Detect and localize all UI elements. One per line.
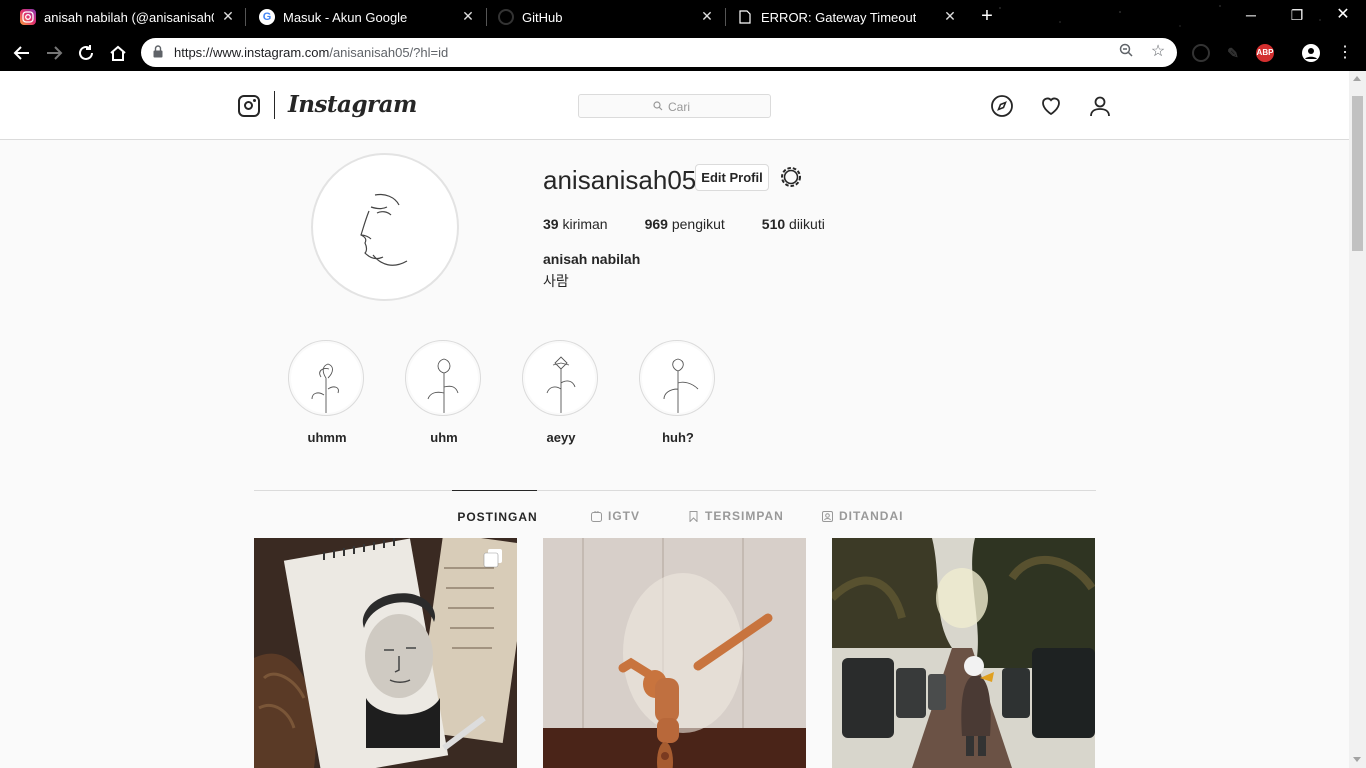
post-thumbnail[interactable]: [543, 538, 806, 768]
profile-username: anisanisah05: [543, 165, 697, 195]
bookmark-icon: [689, 510, 698, 522]
adblock-label: ABP: [1256, 44, 1274, 62]
flower-icon: [311, 363, 339, 413]
flower-icon: [427, 358, 459, 413]
tab-tagged[interactable]: DITANDAI: [822, 490, 903, 542]
browser-tab-strip: anisah nabilah (@anisanisah05) ✕ G Masuk…: [0, 0, 1366, 34]
tab-instagram[interactable]: anisah nabilah (@anisanisah05) ✕: [0, 0, 245, 34]
instagram-icon: [20, 9, 36, 25]
flower-icon: [546, 356, 576, 413]
close-window-icon[interactable]: ✕: [1332, 4, 1354, 26]
profile-stats: 39 kiriman 969 pengikut 510 diikuti: [543, 216, 862, 232]
logo-divider: [274, 91, 275, 119]
following-stat[interactable]: 510 diikuti: [762, 216, 825, 232]
document-icon: [737, 9, 753, 25]
minimize-icon[interactable]: ─: [1240, 4, 1262, 26]
profile-full-name: anisah nabilah: [543, 251, 641, 267]
highlight-item[interactable]: uhm: [405, 340, 483, 445]
tab-label: POSTINGAN: [457, 509, 538, 524]
edit-profile-button[interactable]: Edit Profil: [695, 164, 769, 191]
heart-icon[interactable]: [1039, 94, 1063, 118]
scroll-down-icon[interactable]: [1353, 757, 1361, 762]
instagram-wordmark[interactable]: Instagram: [288, 91, 417, 118]
tab-label: DITANDAI: [839, 509, 904, 523]
tab-github[interactable]: GitHub ✕: [478, 0, 724, 34]
adblock-icon[interactable]: ABP: [1256, 44, 1274, 62]
tab-posts[interactable]: POSTINGAN: [452, 490, 537, 542]
profile-bio: 사람: [543, 273, 569, 289]
zoom-icon[interactable]: [1117, 43, 1135, 61]
forward-icon[interactable]: [41, 40, 67, 66]
search-input[interactable]: Cari: [578, 94, 771, 118]
ink-icon[interactable]: ✎: [1224, 44, 1242, 62]
extension-icon[interactable]: [1192, 44, 1210, 62]
tab-google[interactable]: G Masuk - Akun Google ✕: [239, 0, 485, 34]
instagram-header: Instagram Cari: [0, 71, 1349, 140]
tab-saved[interactable]: TERSIMPAN: [688, 490, 784, 542]
new-tab-icon[interactable]: +: [977, 6, 997, 26]
gear-icon[interactable]: [779, 165, 803, 189]
tab-title: GitHub: [522, 9, 563, 25]
url-text: https://www.instagram.com/anisanisah05/?…: [174, 45, 449, 60]
followers-stat[interactable]: 969 pengikut: [645, 216, 725, 232]
github-icon: [498, 9, 514, 25]
tab-label: TERSIMPAN: [705, 509, 784, 523]
igtv-icon: [591, 510, 602, 522]
tab-label: IGTV: [608, 509, 641, 523]
reload-icon[interactable]: [73, 40, 99, 66]
close-tab-icon[interactable]: ✕: [461, 9, 475, 23]
lock-icon: [153, 45, 163, 58]
highlight-item[interactable]: uhmm: [288, 340, 366, 445]
page-scrollbar[interactable]: [1349, 71, 1366, 768]
highlight-item[interactable]: huh?: [639, 340, 717, 445]
scroll-up-icon[interactable]: [1353, 76, 1361, 81]
address-bar[interactable]: https://www.instagram.com/anisanisah05/?…: [141, 38, 1177, 67]
post-thumbnail[interactable]: [832, 538, 1095, 768]
bookmark-star-icon[interactable]: ☆: [1149, 43, 1167, 61]
back-icon[interactable]: [9, 40, 35, 66]
highlight-item[interactable]: aeyy: [522, 340, 600, 445]
tagged-icon: [822, 510, 833, 522]
posts-stat: 39 kiriman: [543, 216, 608, 232]
restore-icon[interactable]: ❐: [1286, 4, 1308, 26]
tab-title: Masuk - Akun Google: [283, 9, 408, 25]
account-icon[interactable]: [1302, 44, 1320, 62]
browser-toolbar: https://www.instagram.com/anisanisah05/?…: [0, 34, 1366, 71]
profile-icon[interactable]: [1088, 94, 1112, 118]
tab-title: anisah nabilah (@anisanisah05): [44, 9, 214, 25]
instagram-logo-icon[interactable]: [238, 95, 260, 117]
jeeps-forest-road-image: [832, 538, 1095, 768]
instagram-page: Instagram Cari anisanisah05 Edit Profil …: [0, 71, 1349, 768]
multiple-posts-icon: [483, 549, 502, 568]
flower-icon: [663, 358, 699, 413]
tab-error[interactable]: ERROR: Gateway Timeout ✕: [717, 0, 967, 34]
highlight-label: huh?: [662, 430, 694, 445]
highlight-label: uhmm: [307, 430, 347, 445]
search-icon: [653, 101, 663, 111]
profile-tabs-divider: [254, 490, 1096, 491]
close-tab-icon[interactable]: ✕: [943, 9, 957, 23]
scrollbar-thumb[interactable]: [1352, 96, 1363, 251]
post-thumbnail[interactable]: [254, 538, 517, 768]
portrait-sketch-image: [254, 538, 517, 768]
wooden-mannequin-image: [543, 538, 806, 768]
tab-title: ERROR: Gateway Timeout: [761, 9, 917, 25]
tab-igtv[interactable]: IGTV: [591, 490, 640, 542]
search-placeholder: Cari: [668, 100, 691, 114]
compass-icon[interactable]: [990, 94, 1014, 118]
close-tab-icon[interactable]: ✕: [700, 9, 714, 23]
profile-avatar[interactable]: [311, 153, 459, 301]
home-icon[interactable]: [105, 40, 131, 66]
close-tab-icon[interactable]: ✕: [221, 9, 235, 23]
face-lineart-icon: [360, 193, 408, 266]
highlight-label: uhm: [430, 430, 458, 445]
highlight-label: aeyy: [546, 430, 576, 445]
google-icon: G: [259, 9, 275, 25]
menu-icon[interactable]: ⋮: [1332, 40, 1358, 66]
